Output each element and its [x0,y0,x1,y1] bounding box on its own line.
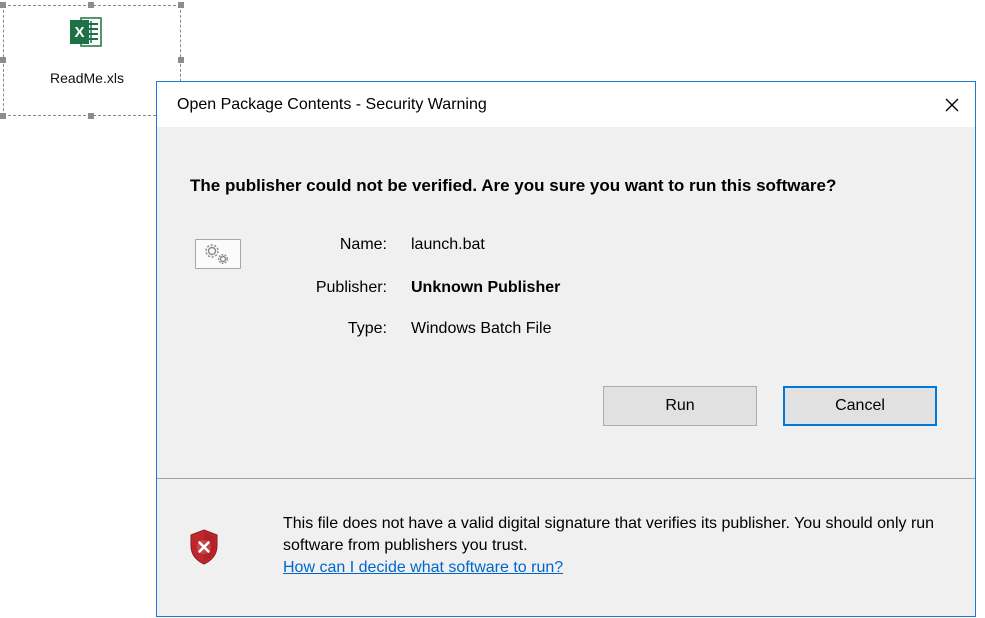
resize-handle[interactable] [0,57,6,63]
resize-handle[interactable] [88,2,94,8]
help-link[interactable]: How can I decide what software to run? [283,557,563,579]
resize-handle[interactable] [0,113,6,119]
publisher-label: Publisher: [315,279,387,296]
dialog-footer: This file does not have a valid digital … [157,479,975,616]
run-button[interactable]: Run [603,386,757,426]
shield-error-icon [190,529,218,565]
dialog-title: Open Package Contents - Security Warning [177,96,487,113]
resize-handle[interactable] [178,57,184,63]
warning-heading: The publisher could not be verified. Are… [190,176,837,195]
publisher-value: Unknown Publisher [411,279,561,296]
footer-message: This file does not have a valid digital … [283,515,935,554]
close-button[interactable] [929,82,975,127]
cancel-button[interactable]: Cancel [783,386,937,426]
resize-handle[interactable] [88,113,94,119]
close-icon [945,98,959,111]
name-label: Name: [339,236,387,253]
type-value: Windows Batch File [411,320,552,337]
excel-icon: X [70,17,102,47]
resize-handle[interactable] [178,2,184,8]
security-warning-dialog: Open Package Contents - Security Warning… [156,81,976,617]
title-bar[interactable]: Open Package Contents - Security Warning [157,82,975,127]
name-value: launch.bat [411,236,485,253]
resize-handle[interactable] [0,2,6,8]
embedded-object-label: ReadMe.xls [50,70,124,86]
type-label: Type: [347,320,387,337]
embedded-object-frame[interactable]: X ReadMe.xls [0,2,184,119]
svg-text:X: X [74,24,84,41]
